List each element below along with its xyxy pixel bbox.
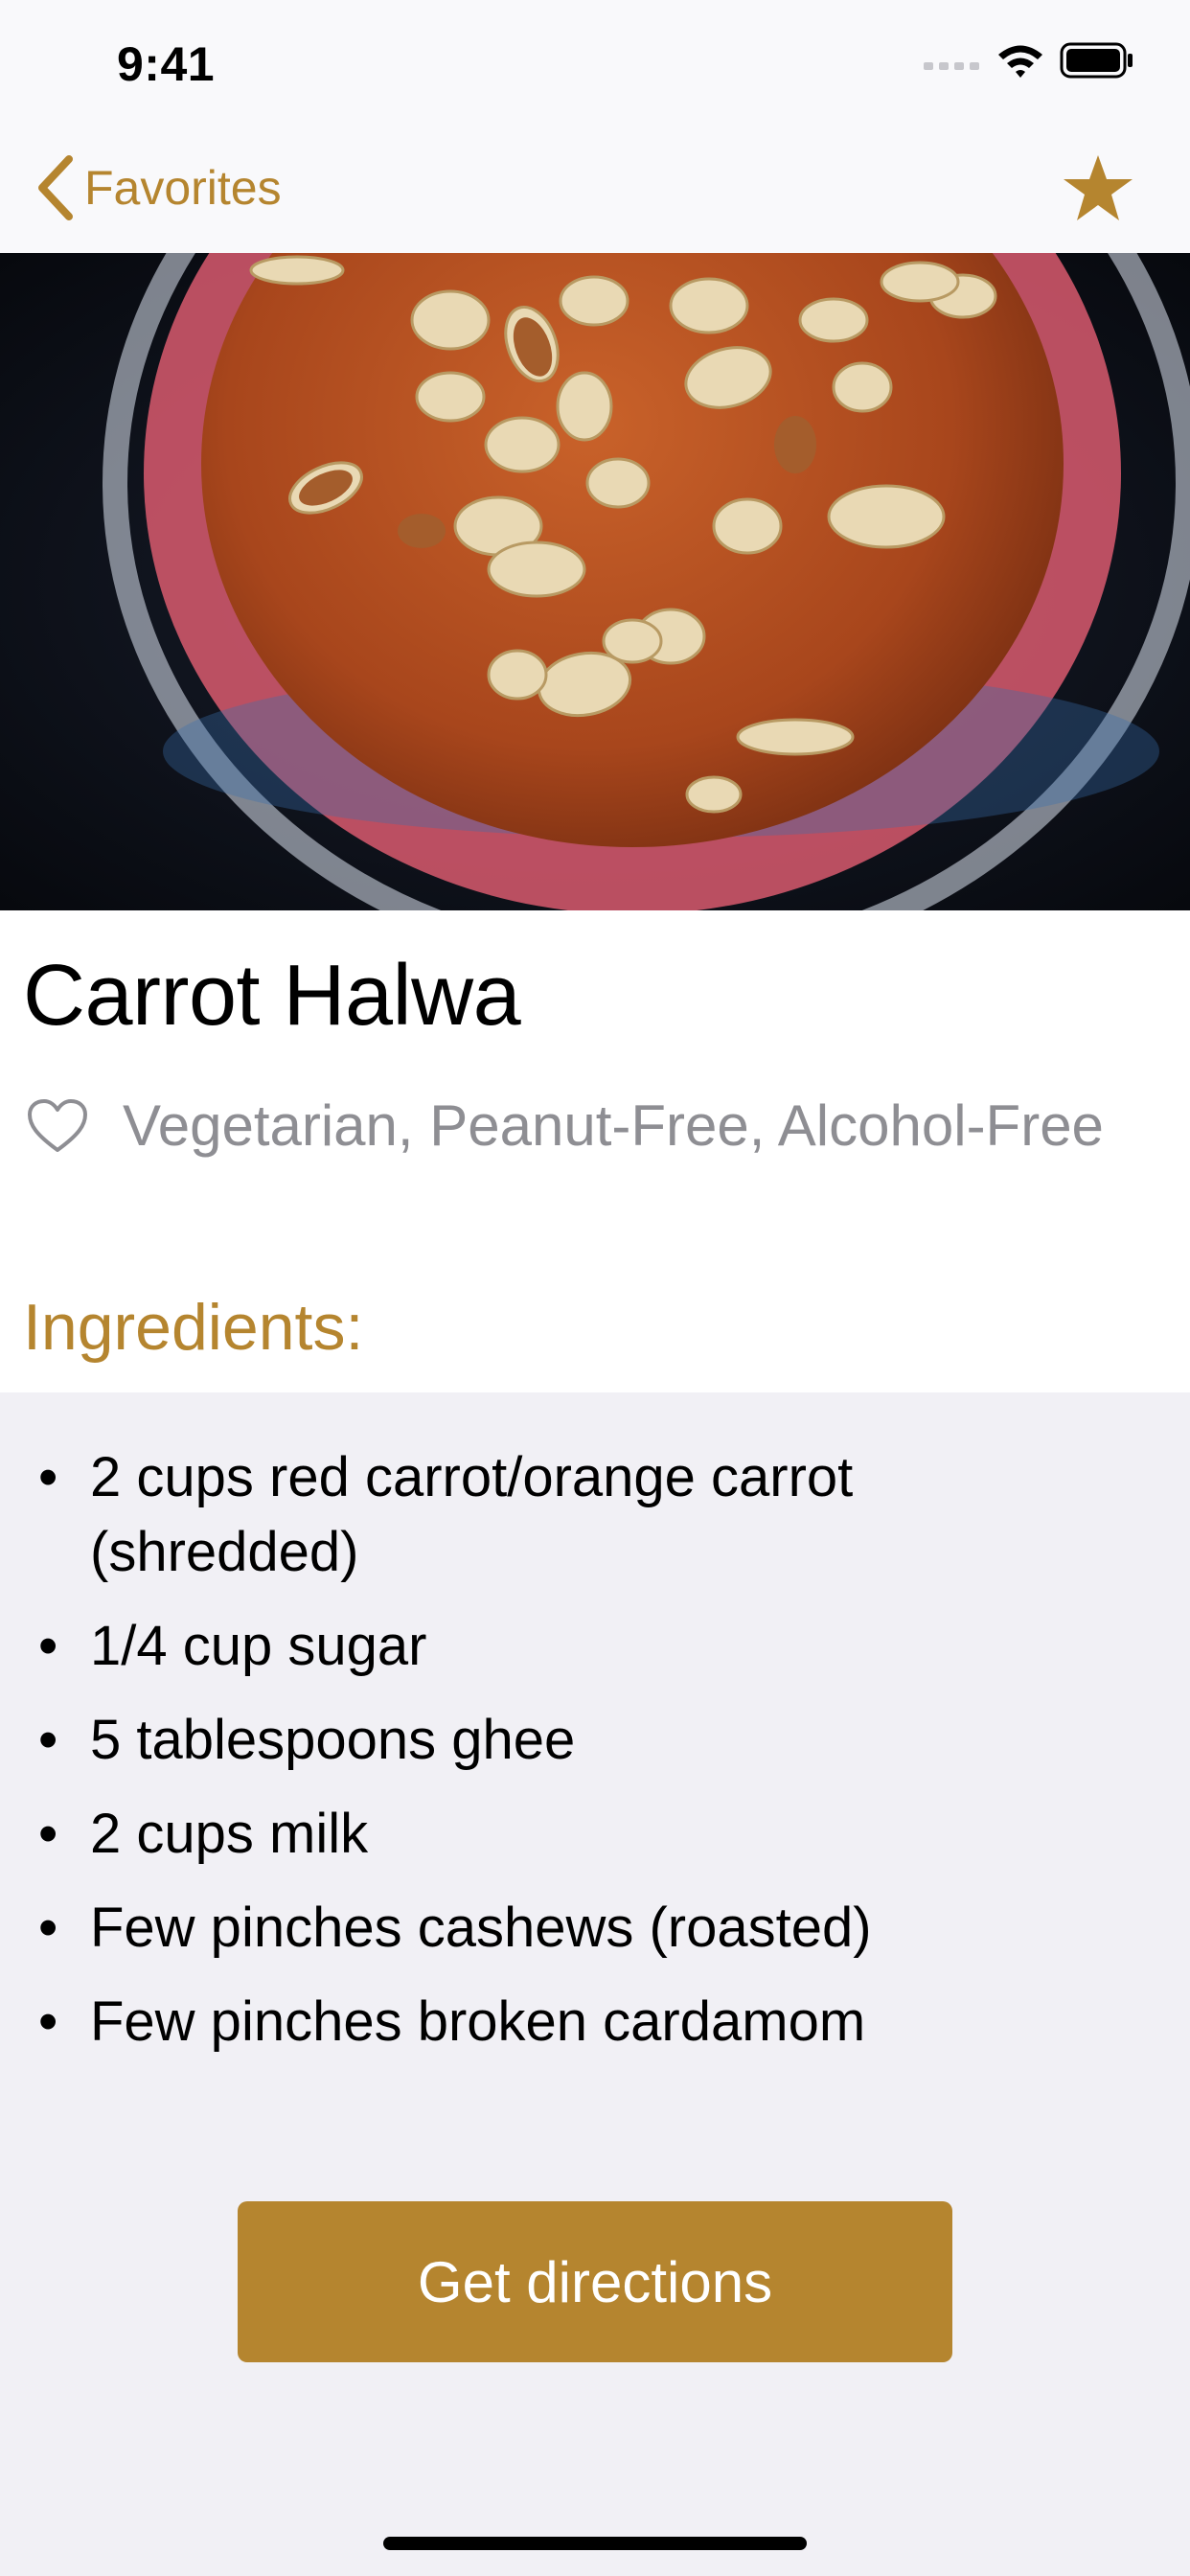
get-directions-button[interactable]: Get directions — [238, 2201, 952, 2362]
status-time: 9:41 — [117, 37, 216, 91]
favorite-button[interactable] — [1062, 153, 1134, 227]
wifi-icon — [998, 45, 1042, 78]
battery-icon — [1060, 42, 1133, 79]
back-button-label: Favorites — [84, 161, 282, 215]
navigation-bar: Favorites — [0, 126, 1190, 253]
heart-icon[interactable] — [27, 1098, 88, 1154]
recipe-photo-illustration — [0, 253, 1190, 910]
recipe-photo — [0, 253, 1190, 910]
chevron-left-icon — [38, 155, 73, 220]
recipe-title: Carrot Halwa — [23, 948, 521, 1044]
ingredient-item: 2 cups milk — [0, 1797, 1048, 1872]
ingredient-item: 2 cups red carrot/orange carrot (shredde… — [0, 1440, 1048, 1590]
recipe-header: Carrot Halwa Vegetarian, Peanut-Free, Al… — [0, 910, 1190, 1392]
ingredients-heading: Ingredients: — [23, 1291, 364, 1364]
ingredient-item: 1/4 cup sugar — [0, 1609, 1048, 1684]
cellular-icon — [924, 62, 979, 70]
ingredient-list: 2 cups red carrot/orange carrot (shredde… — [0, 1440, 1048, 2079]
recipe-tags: Vegetarian, Peanut-Free, Alcohol-Free — [123, 1093, 1104, 1158]
star-icon — [1064, 155, 1133, 220]
status-bar: 9:41 — [0, 0, 1190, 126]
back-button[interactable]: Favorites — [34, 155, 282, 220]
ingredient-item: Few pinches cashews (roasted) — [0, 1891, 1048, 1966]
home-indicator[interactable] — [383, 2537, 807, 2550]
ingredient-item: 5 tablespoons ghee — [0, 1703, 1048, 1778]
ingredient-item: Few pinches broken cardamom — [0, 1985, 1048, 2059]
status-icons — [924, 42, 1134, 79]
recipe-tags-row: Vegetarian, Peanut-Free, Alcohol-Free — [27, 1092, 1104, 1159]
